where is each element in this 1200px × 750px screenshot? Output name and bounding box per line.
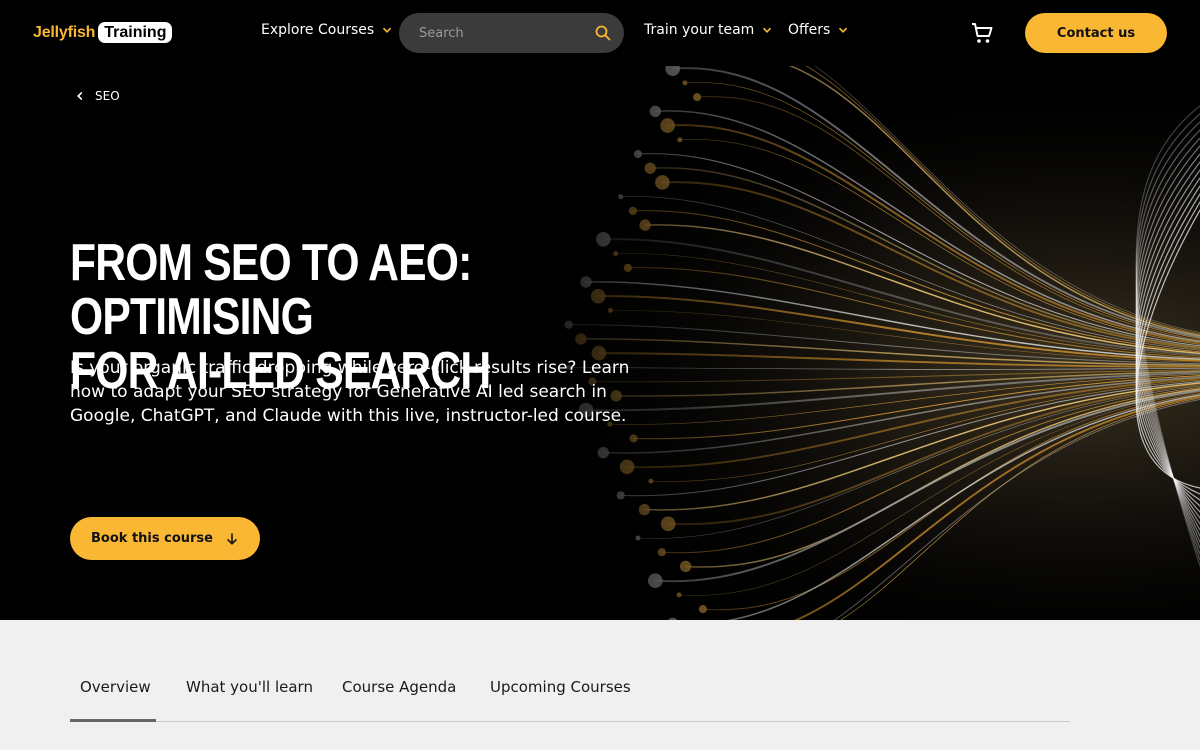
breadcrumb-label: SEO — [95, 89, 120, 103]
nav-explore-label: Explore Courses — [261, 22, 375, 38]
tab-upcoming-courses[interactable]: Upcoming Courses — [490, 678, 631, 696]
tab-what-youll-learn[interactable]: What you'll learn — [186, 678, 313, 696]
arrow-down-icon — [227, 532, 237, 545]
book-course-label: Book this course — [91, 531, 213, 546]
nav-explore-courses[interactable]: Explore Courses — [261, 22, 392, 38]
logo-wordmark: Jellyfish — [33, 23, 96, 41]
chevron-down-icon — [383, 27, 392, 33]
chevron-down-icon — [763, 27, 772, 33]
logo-badge: Training — [98, 22, 173, 43]
active-tab-indicator — [70, 719, 156, 722]
site-header: Jellyfish Training Explore Courses Train… — [0, 0, 1200, 66]
chevron-left-icon — [77, 91, 83, 101]
search-input[interactable] — [419, 25, 594, 41]
chevron-down-icon — [839, 27, 848, 33]
search-bar — [399, 13, 624, 53]
tab-overview[interactable]: Overview — [80, 678, 151, 696]
book-course-button[interactable]: Book this course — [70, 517, 260, 560]
title-line-1: From SEO to AEO: Optimising — [70, 234, 472, 346]
nav-train-label: Train your team — [644, 22, 755, 38]
breadcrumb[interactable]: SEO — [75, 89, 120, 103]
jellyfish-training-logo[interactable]: Jellyfish Training — [33, 22, 173, 43]
search-icon[interactable] — [594, 24, 612, 42]
nav-offers[interactable]: Offers — [788, 22, 848, 38]
hero-subtitle: Is your organic traffic dropping while z… — [70, 358, 630, 426]
cart-icon[interactable] — [970, 21, 994, 45]
hero-banner: SEO From SEO to AEO: Optimising for AI-l… — [0, 66, 1200, 620]
tab-course-agenda[interactable]: Course Agenda — [342, 678, 456, 696]
course-tabs-section: Overview What you'll learn Course Agenda… — [0, 620, 1200, 750]
nav-train-your-team[interactable]: Train your team — [644, 22, 772, 38]
nav-offers-label: Offers — [788, 22, 831, 38]
course-tabs: Overview What you'll learn Course Agenda… — [70, 620, 1070, 722]
contact-us-button[interactable]: Contact us — [1025, 13, 1167, 53]
